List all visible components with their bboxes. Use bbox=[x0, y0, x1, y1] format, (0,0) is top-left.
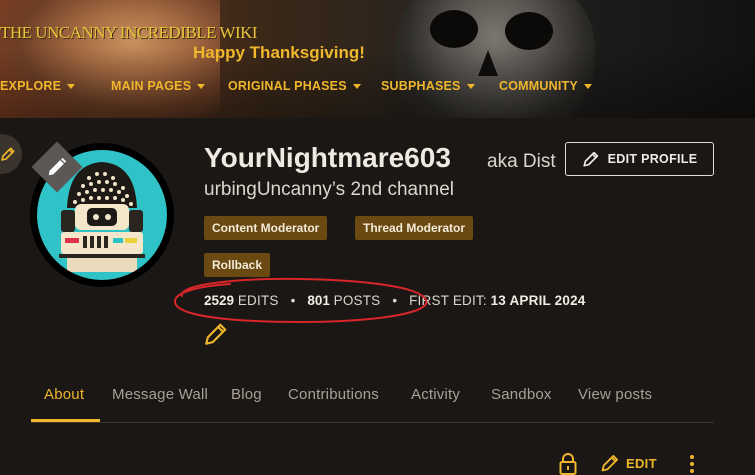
edit-page-button[interactable]: EDIT bbox=[600, 453, 657, 473]
nav-main-pages-label: MAIN PAGES bbox=[111, 79, 192, 93]
bio-edit-pencil-icon[interactable] bbox=[203, 321, 229, 347]
tab-view-posts[interactable]: View posts bbox=[578, 386, 652, 403]
wiki-tagline: Happy Thanksgiving! bbox=[193, 43, 365, 62]
nav-original-phases-label: ORIGINAL PHASES bbox=[228, 79, 347, 93]
active-tab-indicator bbox=[31, 419, 100, 422]
lock-icon[interactable] bbox=[558, 453, 578, 475]
profile-username: YourNightmare603 bbox=[204, 142, 451, 173]
chevron-down-icon bbox=[352, 83, 361, 89]
nav-explore[interactable]: EXPLORE bbox=[0, 76, 76, 96]
avatar-edit-button[interactable] bbox=[32, 142, 82, 192]
tab-message-wall[interactable]: Message Wall bbox=[112, 386, 208, 403]
pencil-icon bbox=[48, 157, 67, 176]
pencil-icon bbox=[1, 147, 15, 161]
badge-thread-moderator: Thread Moderator bbox=[355, 216, 474, 240]
chevron-down-icon bbox=[197, 83, 206, 89]
wiki-navigation: EXPLORE MAIN PAGES ORIGINAL PHASES SUBPH… bbox=[0, 76, 755, 96]
first-edit-date: 13 APRIL 2024 bbox=[490, 292, 586, 308]
profile-aka-prefix: aka Dist bbox=[487, 151, 556, 172]
tab-sandbox[interactable]: Sandbox bbox=[491, 386, 552, 403]
tab-activity[interactable]: Activity bbox=[411, 386, 460, 403]
edit-profile-label: EDIT PROFILE bbox=[607, 152, 698, 166]
wiki-header-banner bbox=[0, 0, 755, 118]
chevron-down-icon bbox=[583, 83, 592, 89]
tab-contributions[interactable]: Contributions bbox=[288, 386, 379, 403]
profile-aka-rest: urbingUncanny’s 2nd channel bbox=[204, 179, 454, 200]
profile-tabs: About Message Wall Blog Contributions Ac… bbox=[31, 383, 714, 423]
red-annotation-circle bbox=[174, 277, 428, 324]
more-vertical-icon[interactable] bbox=[686, 453, 698, 475]
edit-profile-button[interactable]: EDIT PROFILE bbox=[565, 142, 714, 176]
pencil-icon bbox=[583, 151, 598, 167]
edit-page-label: EDIT bbox=[626, 455, 657, 471]
page-edit-button[interactable] bbox=[0, 134, 22, 174]
nav-community-label: COMMUNITY bbox=[499, 79, 578, 93]
badge-content-moderator: Content Moderator bbox=[204, 216, 328, 240]
chevron-down-icon bbox=[67, 83, 76, 89]
tab-about[interactable]: About bbox=[44, 386, 84, 403]
nav-main-pages[interactable]: MAIN PAGES bbox=[111, 76, 206, 96]
tab-blog[interactable]: Blog bbox=[231, 386, 262, 403]
nav-subphases-label: SUBPHASES bbox=[381, 79, 461, 93]
nav-subphases[interactable]: SUBPHASES bbox=[381, 76, 475, 96]
nav-explore-label: EXPLORE bbox=[0, 79, 62, 93]
chevron-down-icon bbox=[466, 83, 475, 89]
wiki-logo[interactable]: THE UNCANNY INCREDIBLE WIKI bbox=[0, 23, 258, 43]
pencil-icon bbox=[601, 455, 618, 472]
nav-community[interactable]: COMMUNITY bbox=[499, 76, 592, 96]
nav-original-phases[interactable]: ORIGINAL PHASES bbox=[228, 76, 361, 96]
